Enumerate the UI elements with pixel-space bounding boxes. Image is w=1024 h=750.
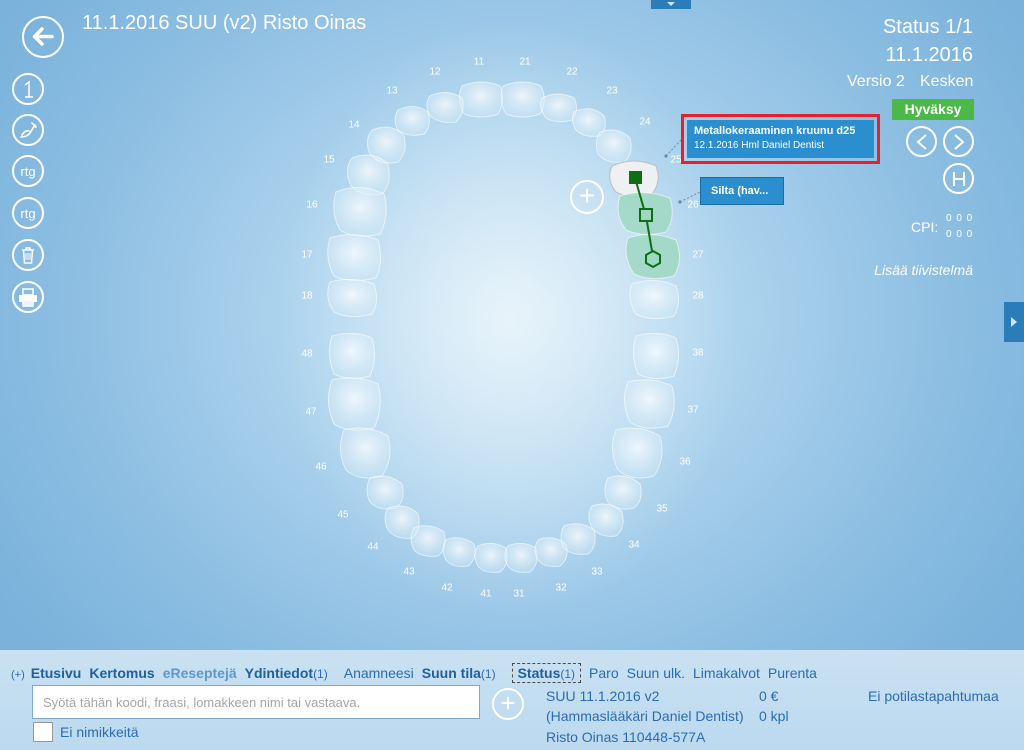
add-procedure-plus-icon[interactable]: + bbox=[570, 180, 604, 214]
tab-ydintiedot-label: Ydintiedot bbox=[244, 665, 314, 681]
tooth-12[interactable] bbox=[426, 92, 464, 123]
tooth-number-28: 28 bbox=[692, 290, 704, 302]
tooth-number-33: 33 bbox=[591, 566, 603, 578]
tooth-number-14: 14 bbox=[348, 119, 360, 131]
visit-title: SUU 11.1.2016 v2 bbox=[546, 688, 660, 704]
tooth-number-21: 21 bbox=[519, 56, 531, 68]
dental-chart-view: 11.1.2016 SUU (v2) Risto Oinas rtg rtg S… bbox=[0, 0, 1024, 650]
tooth-number-36: 36 bbox=[679, 456, 691, 468]
tooth-number-25: 25 bbox=[670, 154, 682, 166]
tooth-17[interactable] bbox=[327, 234, 382, 282]
tooth-number-26: 26 bbox=[687, 199, 699, 211]
tab-suun-tila-count: (1) bbox=[480, 667, 496, 681]
crown-callout-title: Metallokeraaminen kruunu d25 bbox=[694, 125, 856, 137]
tooth-42[interactable] bbox=[442, 537, 476, 567]
visit-cost: 0 € bbox=[759, 688, 779, 704]
tab-etusivu[interactable]: Etusivu bbox=[31, 665, 82, 681]
tab-suun-ulk[interactable]: Suun ulk. bbox=[627, 665, 685, 681]
tooth-24[interactable] bbox=[595, 129, 632, 163]
tab-anamneesi[interactable]: Anamneesi bbox=[344, 665, 414, 681]
tooth-number-38: 38 bbox=[692, 347, 704, 359]
bridge-anchor-marker[interactable] bbox=[629, 171, 642, 184]
no-items-checkbox[interactable] bbox=[33, 722, 53, 742]
tooth-number-34: 34 bbox=[628, 539, 640, 551]
tooth-number-13: 13 bbox=[386, 85, 398, 97]
tooth-46[interactable] bbox=[340, 427, 391, 479]
tab-suun-tila-label: Suun tila bbox=[421, 665, 481, 681]
tooth-41[interactable] bbox=[474, 542, 508, 573]
tab-status-count: (1) bbox=[560, 667, 576, 681]
tooth-number-31: 31 bbox=[513, 588, 525, 600]
tooth-number-46: 46 bbox=[315, 461, 327, 473]
tab-status-label: Status bbox=[517, 665, 561, 681]
tooth-number-44: 44 bbox=[367, 541, 379, 553]
crown-callout-highlighted[interactable]: Metallokeraaminen kruunu d25 12.1.2016 H… bbox=[681, 114, 880, 164]
tooth-number-32: 32 bbox=[555, 582, 567, 594]
tab-ydintiedot[interactable]: Ydintiedot(1) bbox=[245, 665, 336, 681]
tooth-18[interactable] bbox=[327, 278, 378, 318]
tooth-number-41: 41 bbox=[480, 588, 492, 600]
tooth-number-23: 23 bbox=[606, 85, 618, 97]
tooth-22[interactable] bbox=[540, 93, 578, 123]
tooth-13[interactable] bbox=[394, 106, 430, 136]
tooth-16[interactable] bbox=[333, 187, 387, 237]
tooth-33[interactable] bbox=[560, 523, 596, 555]
tab-purenta[interactable]: Purenta bbox=[768, 665, 817, 681]
tab-paro[interactable]: Paro bbox=[589, 665, 619, 681]
tooth-21[interactable] bbox=[500, 81, 545, 118]
tooth-number-18: 18 bbox=[301, 290, 313, 302]
crown-callout-subtitle: 12.1.2016 Hml Daniel Dentist bbox=[694, 140, 825, 151]
tab-status[interactable]: Status(1) bbox=[511, 663, 582, 683]
tooth-number-27: 27 bbox=[692, 249, 704, 261]
tooth-number-48: 48 bbox=[301, 348, 313, 360]
tab-kertomus[interactable]: Kertomus bbox=[89, 665, 154, 681]
tooth-number-12: 12 bbox=[429, 66, 441, 78]
tooth-35[interactable] bbox=[604, 475, 642, 510]
tab-ereseptit[interactable]: eReseptejä bbox=[163, 665, 237, 681]
tooth-47[interactable] bbox=[328, 377, 381, 431]
tooth-37[interactable] bbox=[624, 379, 675, 429]
tooth-28[interactable] bbox=[629, 280, 680, 320]
tooth-number-47: 47 bbox=[305, 406, 317, 418]
tooth-number-16: 16 bbox=[306, 199, 318, 211]
tooth-31[interactable] bbox=[504, 542, 538, 573]
tab-suun-tila[interactable]: Suun tila(1) bbox=[422, 665, 504, 681]
add-tab-button[interactable]: (+) bbox=[11, 669, 25, 681]
patient-info: Risto Oinas 110448-577A bbox=[546, 729, 706, 745]
tooth-number-17: 17 bbox=[301, 249, 313, 261]
tooth-48[interactable] bbox=[328, 332, 376, 380]
tooth-number-45: 45 bbox=[337, 509, 349, 521]
teeth-diagram bbox=[280, 20, 740, 620]
tooth-number-43: 43 bbox=[403, 566, 415, 578]
tooth-number-11: 11 bbox=[473, 56, 485, 68]
tooth-number-15: 15 bbox=[323, 154, 335, 166]
bridge-callout[interactable]: Silta (hav... bbox=[700, 177, 784, 205]
tab-limakalvot[interactable]: Limakalvot bbox=[693, 665, 760, 681]
tooth-11[interactable] bbox=[458, 81, 504, 118]
visit-dentist: (Hammaslääkäri Daniel Dentist) bbox=[546, 708, 744, 724]
tooth-43[interactable] bbox=[410, 525, 446, 557]
tooth-38[interactable] bbox=[632, 332, 680, 380]
tooth-number-22: 22 bbox=[566, 66, 578, 78]
tooth-number-35: 35 bbox=[656, 503, 668, 515]
tooth-45[interactable] bbox=[366, 475, 404, 510]
tab-bar: (+) Etusivu Kertomus eReseptejä Ydintiedot(1… bbox=[11, 663, 825, 683]
tooth-number-42: 42 bbox=[441, 582, 453, 594]
patient-events-link[interactable]: Ei potilastapahtumaa bbox=[868, 688, 999, 704]
no-items-checkbox-label: Ei nimikkeitä bbox=[60, 724, 139, 740]
tooth-number-37: 37 bbox=[687, 404, 699, 416]
command-add-plus-icon[interactable]: + bbox=[492, 688, 524, 720]
tooth-number-24: 24 bbox=[639, 116, 651, 128]
command-input[interactable] bbox=[32, 685, 480, 719]
tooth-36[interactable] bbox=[612, 427, 663, 479]
visit-count: 0 kpl bbox=[759, 708, 789, 724]
tab-ydintiedot-count: (1) bbox=[313, 667, 328, 681]
